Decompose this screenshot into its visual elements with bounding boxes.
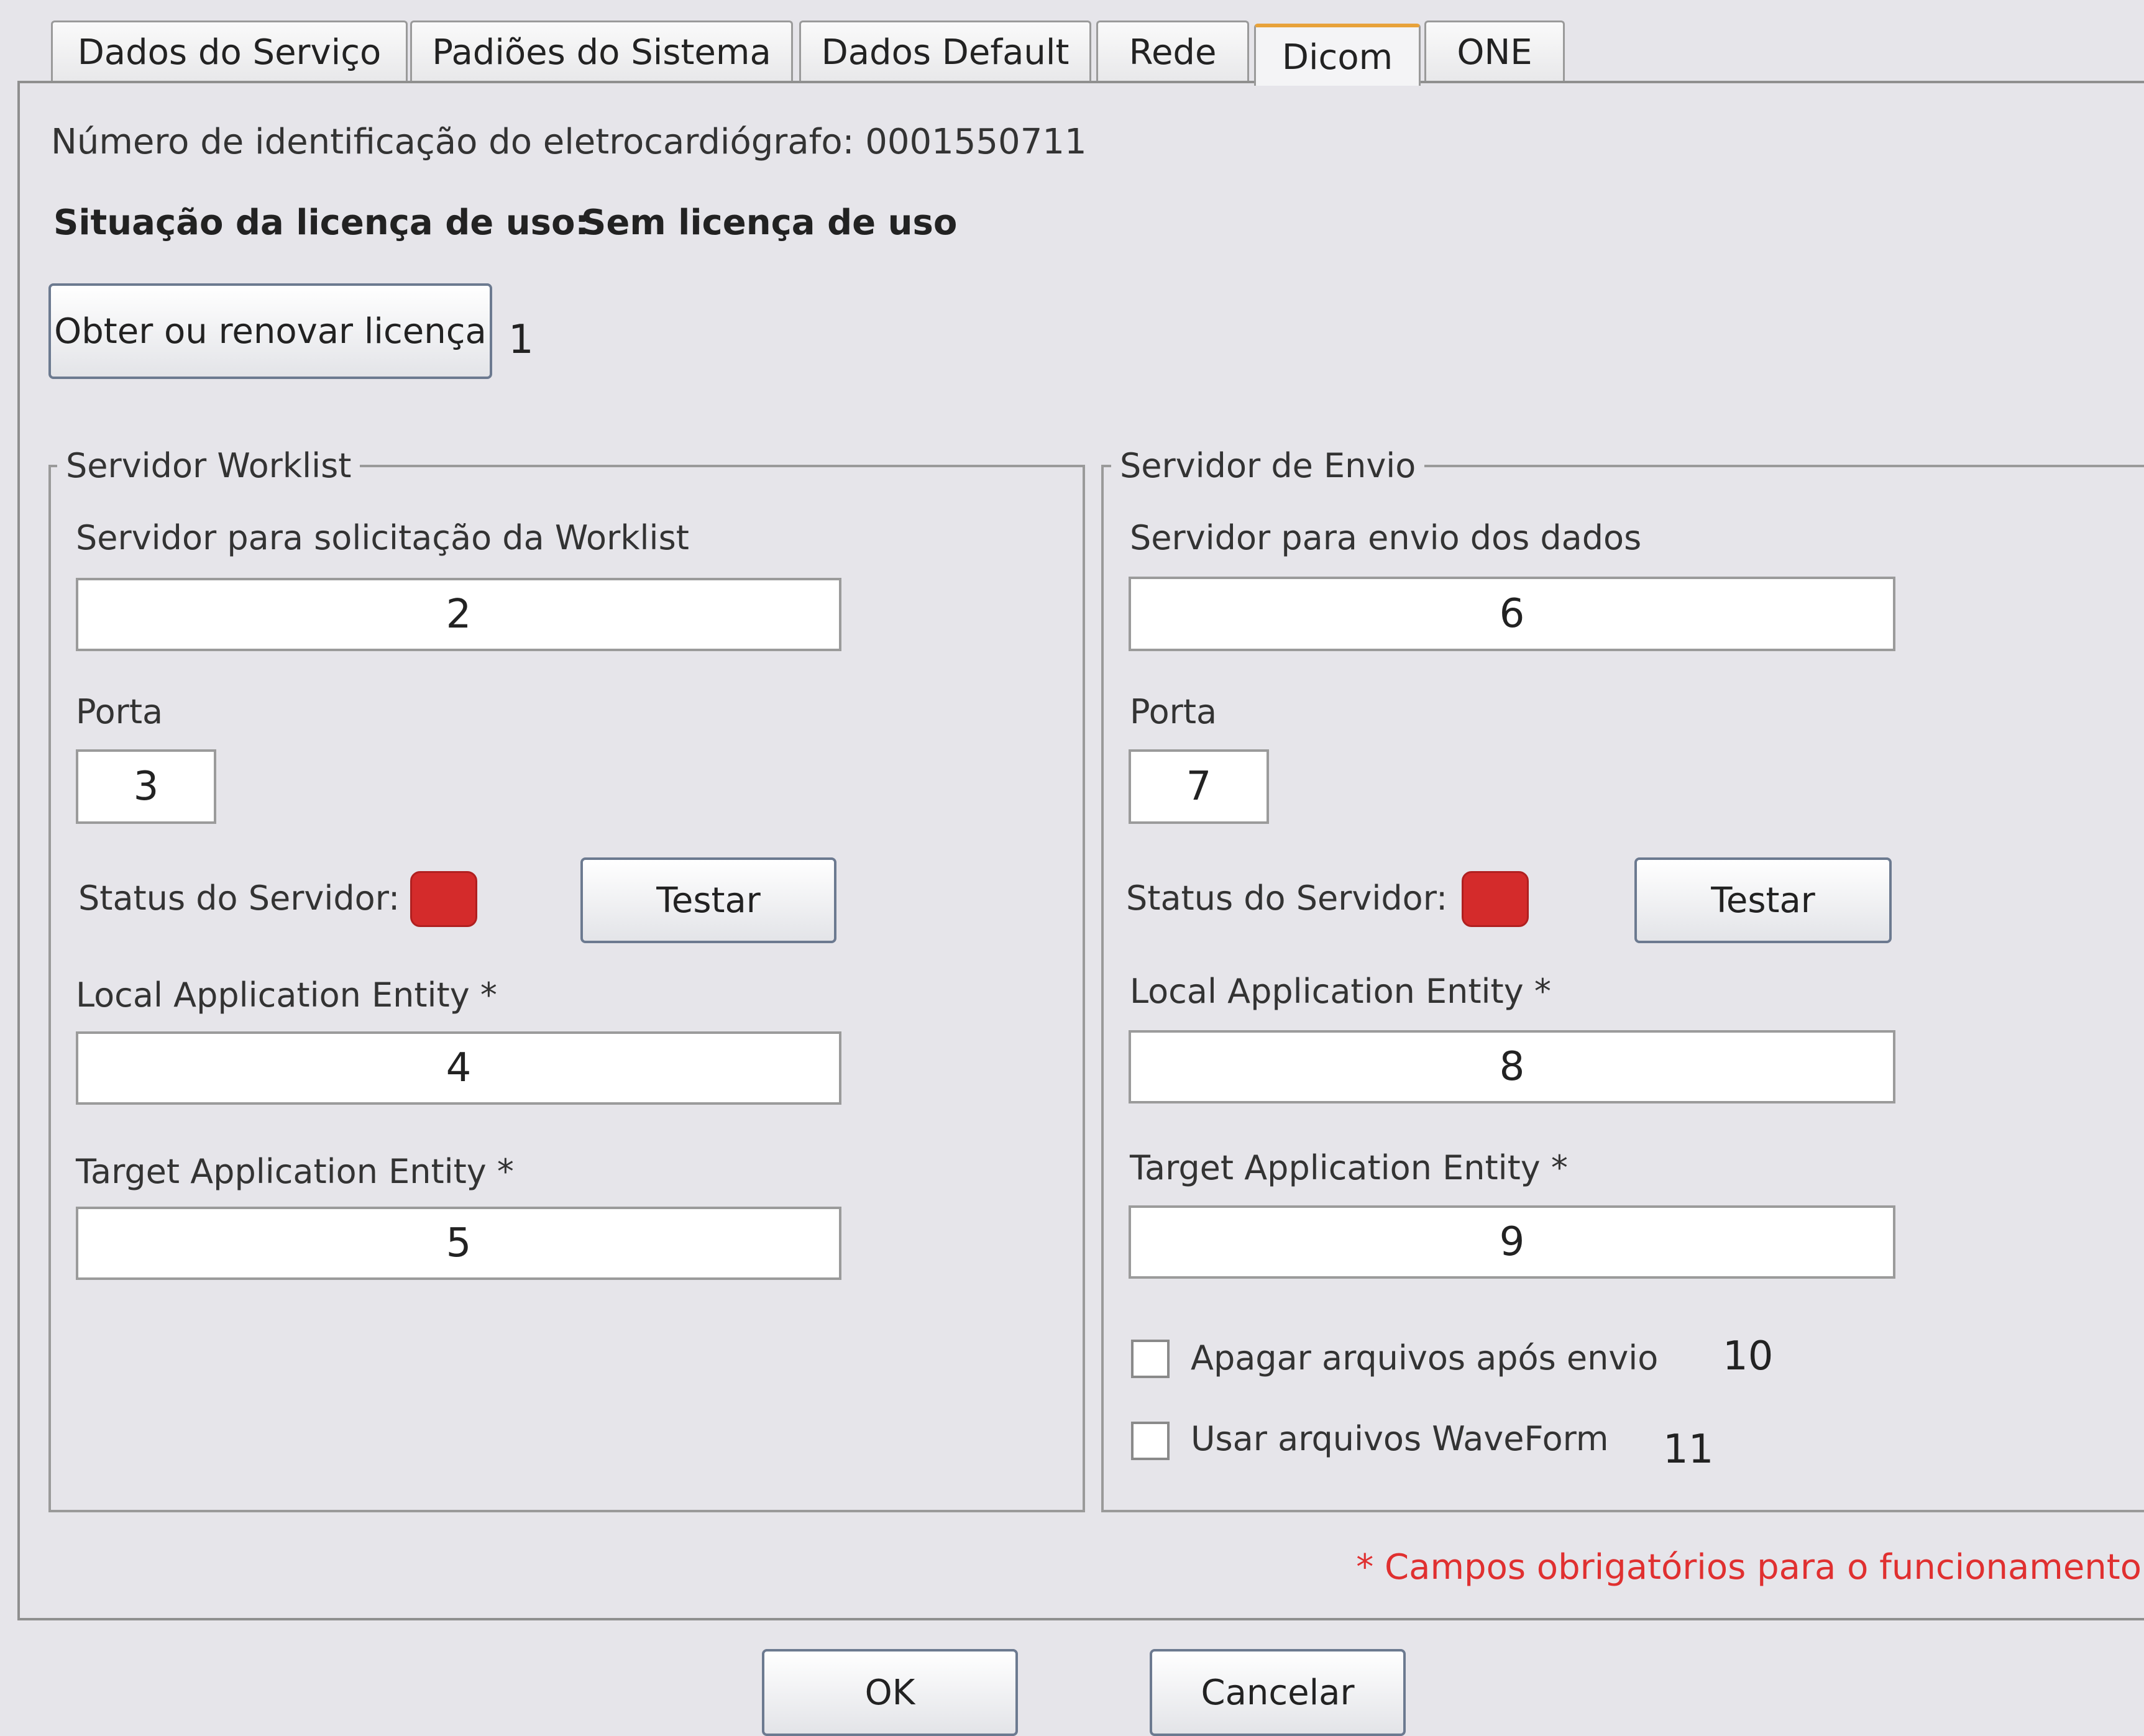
tab-one[interactable]: ONE xyxy=(1424,21,1565,81)
send-server-input[interactable]: 6 xyxy=(1129,577,1895,651)
worklist-target-ae-input[interactable]: 5 xyxy=(76,1207,841,1280)
callout-11: 11 xyxy=(1663,1427,1714,1473)
tab-dicom[interactable]: Dicom xyxy=(1254,24,1421,86)
worklist-status-indicator xyxy=(410,871,477,927)
send-local-ae-input[interactable]: 8 xyxy=(1129,1030,1895,1103)
callout-10: 10 xyxy=(1723,1333,1774,1379)
worklist-port-label: Porta xyxy=(76,692,163,731)
waveform-checkbox[interactable] xyxy=(1131,1422,1170,1460)
worklist-server-input[interactable]: 2 xyxy=(76,578,841,651)
tab-dados-do-servico[interactable]: Dados do Serviço xyxy=(51,21,408,81)
worklist-status-label: Status do Servidor: xyxy=(78,879,400,918)
send-server-label: Servidor para envio dos dados xyxy=(1130,518,1642,557)
send-port-label: Porta xyxy=(1130,692,1217,731)
send-status-label: Status do Servidor: xyxy=(1126,879,1448,918)
send-target-ae-input[interactable]: 9 xyxy=(1129,1205,1895,1279)
send-test-button[interactable]: Testar xyxy=(1634,857,1892,943)
delete-files-checkbox[interactable] xyxy=(1131,1340,1170,1378)
send-status-indicator xyxy=(1462,871,1529,927)
tab-rede[interactable]: Rede xyxy=(1096,21,1249,81)
send-port-input[interactable]: 7 xyxy=(1129,749,1269,824)
tab-padroes-do-sistema[interactable]: Padiões do Sistema xyxy=(410,21,793,81)
ok-button[interactable]: OK xyxy=(762,1649,1018,1736)
license-status-label: Situação da licença de uso: xyxy=(53,203,589,243)
device-id-text: Número de identificação do eletrocardióg… xyxy=(51,122,1087,162)
send-local-ae-label: Local Application Entity * xyxy=(1130,972,1551,1011)
get-license-button[interactable]: Obter ou renovar licença xyxy=(48,283,492,379)
worklist-target-ae-label: Target Application Entity * xyxy=(76,1152,514,1191)
worklist-local-ae-input[interactable]: 4 xyxy=(76,1031,841,1105)
send-group-title: Servidor de Envio xyxy=(1111,446,1425,485)
worklist-server-label: Servidor para solicitação da Worklist xyxy=(76,518,689,557)
send-target-ae-label: Target Application Entity * xyxy=(1130,1148,1568,1187)
worklist-port-input[interactable]: 3 xyxy=(76,749,216,824)
callout-1: 1 xyxy=(508,317,534,363)
tab-dados-default[interactable]: Dados Default xyxy=(799,21,1091,81)
cancel-button[interactable]: Cancelar xyxy=(1150,1649,1406,1736)
worklist-group-title: Servidor Worklist xyxy=(57,446,360,485)
delete-files-label: Apagar arquivos após envio xyxy=(1191,1338,1659,1377)
worklist-test-button[interactable]: Testar xyxy=(580,857,836,943)
waveform-label: Usar arquivos WaveForm xyxy=(1191,1419,1609,1458)
required-fields-note: * Campos obrigatórios para o funcionamen… xyxy=(1356,1547,2142,1588)
worklist-local-ae-label: Local Application Entity * xyxy=(76,975,497,1015)
license-status-value: Sem licença de uso xyxy=(581,203,958,243)
